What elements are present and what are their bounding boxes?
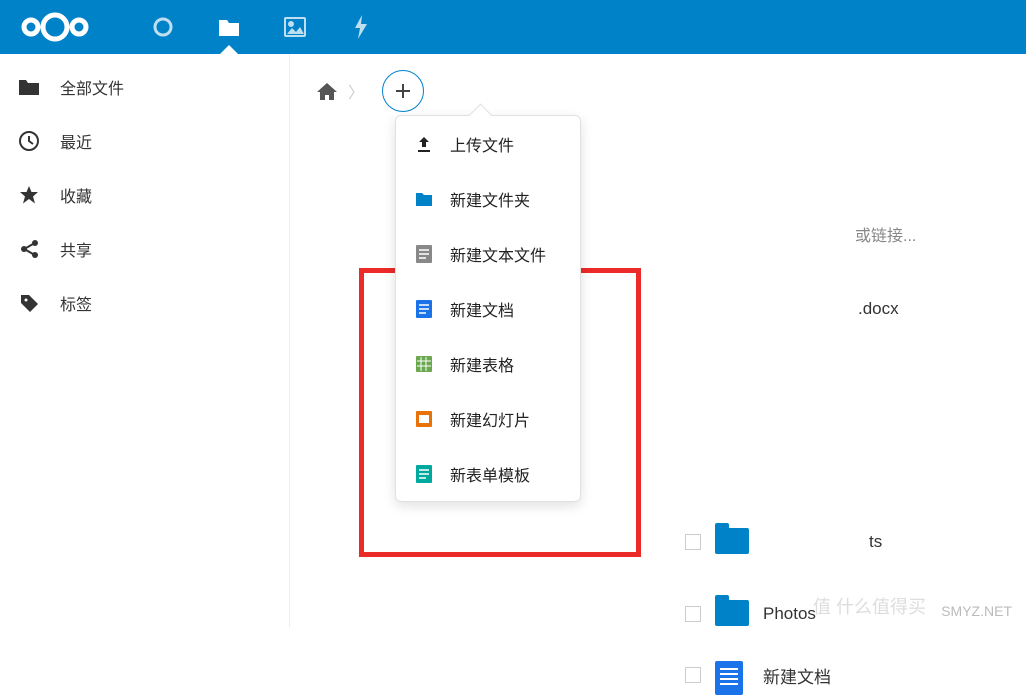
menu-label: 新表单模板 bbox=[450, 462, 530, 486]
clock-icon bbox=[18, 130, 40, 152]
menu-upload-file[interactable]: 上传文件 bbox=[396, 116, 580, 171]
menu-new-spreadsheet[interactable]: 新建表格 bbox=[396, 336, 580, 391]
watermark-text: 值 什么值得买 bbox=[813, 593, 926, 619]
menu-label: 上传文件 bbox=[450, 132, 514, 156]
menu-label: 新建幻灯片 bbox=[450, 407, 530, 431]
sidebar: 全部文件 最近 收藏 共享 标签 bbox=[0, 54, 290, 627]
nav-bar bbox=[130, 0, 394, 54]
menu-new-presentation[interactable]: 新建幻灯片 bbox=[396, 391, 580, 446]
add-button[interactable] bbox=[382, 70, 424, 112]
menu-label: 新建文件夹 bbox=[450, 187, 530, 211]
sidebar-item-shares[interactable]: 共享 bbox=[0, 222, 289, 276]
list-item[interactable]: 新建文档 bbox=[685, 661, 831, 689]
spreadsheet-icon bbox=[414, 356, 434, 372]
menu-new-text[interactable]: 新建文本文件 bbox=[396, 226, 580, 281]
folder-icon bbox=[715, 528, 749, 554]
list-item[interactable]: ts bbox=[685, 528, 882, 556]
share-icon bbox=[18, 238, 40, 260]
app-header bbox=[0, 0, 1026, 54]
menu-new-folder[interactable]: 新建文件夹 bbox=[396, 171, 580, 226]
file-name: 新建文档 bbox=[763, 663, 831, 688]
list-item[interactable]: Photos bbox=[685, 600, 816, 628]
file-name-fragment: ts bbox=[869, 532, 882, 552]
sidebar-item-label: 共享 bbox=[60, 237, 92, 261]
sidebar-item-all-files[interactable]: 全部文件 bbox=[0, 60, 289, 114]
upload-icon bbox=[414, 135, 434, 153]
nav-gallery-icon[interactable] bbox=[262, 0, 328, 54]
nextcloud-logo bbox=[20, 9, 90, 45]
hint-text: 或链接... bbox=[855, 222, 916, 246]
menu-new-form[interactable]: 新表单模板 bbox=[396, 446, 580, 501]
document-icon bbox=[414, 300, 434, 318]
sidebar-item-label: 全部文件 bbox=[60, 75, 124, 99]
breadcrumb: 〉 bbox=[290, 66, 1026, 116]
menu-label: 新建文档 bbox=[450, 297, 514, 321]
nav-activity-icon[interactable] bbox=[328, 0, 394, 54]
sidebar-item-tags[interactable]: 标签 bbox=[0, 276, 289, 330]
form-icon bbox=[414, 465, 434, 483]
checkbox[interactable] bbox=[685, 606, 701, 622]
sidebar-item-label: 标签 bbox=[60, 291, 92, 315]
checkbox[interactable] bbox=[685, 667, 701, 683]
menu-new-document[interactable]: 新建文档 bbox=[396, 281, 580, 336]
file-name: Photos bbox=[763, 604, 816, 624]
folder-icon bbox=[414, 191, 434, 207]
tag-icon bbox=[18, 292, 40, 314]
text-file-icon bbox=[414, 245, 434, 263]
sidebar-item-label: 收藏 bbox=[60, 183, 92, 207]
checkbox[interactable] bbox=[685, 534, 701, 550]
nav-circle-icon[interactable] bbox=[130, 0, 196, 54]
star-icon bbox=[18, 184, 40, 206]
sidebar-item-label: 最近 bbox=[60, 129, 92, 153]
presentation-icon bbox=[414, 411, 434, 427]
file-ext-fragment: .docx bbox=[858, 299, 899, 319]
menu-label: 新建文本文件 bbox=[450, 242, 546, 266]
plus-icon bbox=[394, 82, 412, 100]
home-icon[interactable] bbox=[316, 81, 338, 101]
nav-files-icon[interactable] bbox=[196, 0, 262, 54]
new-menu-popover: 上传文件 新建文件夹 新建文本文件 新建文档 新建表格 新建幻灯片 新表单模板 bbox=[395, 115, 581, 502]
document-icon bbox=[715, 661, 743, 695]
sidebar-item-favorites[interactable]: 收藏 bbox=[0, 168, 289, 222]
folder-icon bbox=[715, 600, 749, 626]
chevron-right-icon: 〉 bbox=[348, 79, 364, 103]
folder-icon bbox=[18, 78, 40, 96]
sidebar-item-recent[interactable]: 最近 bbox=[0, 114, 289, 168]
watermark-text: SMYZ.NET bbox=[941, 603, 1012, 619]
menu-label: 新建表格 bbox=[450, 352, 514, 376]
